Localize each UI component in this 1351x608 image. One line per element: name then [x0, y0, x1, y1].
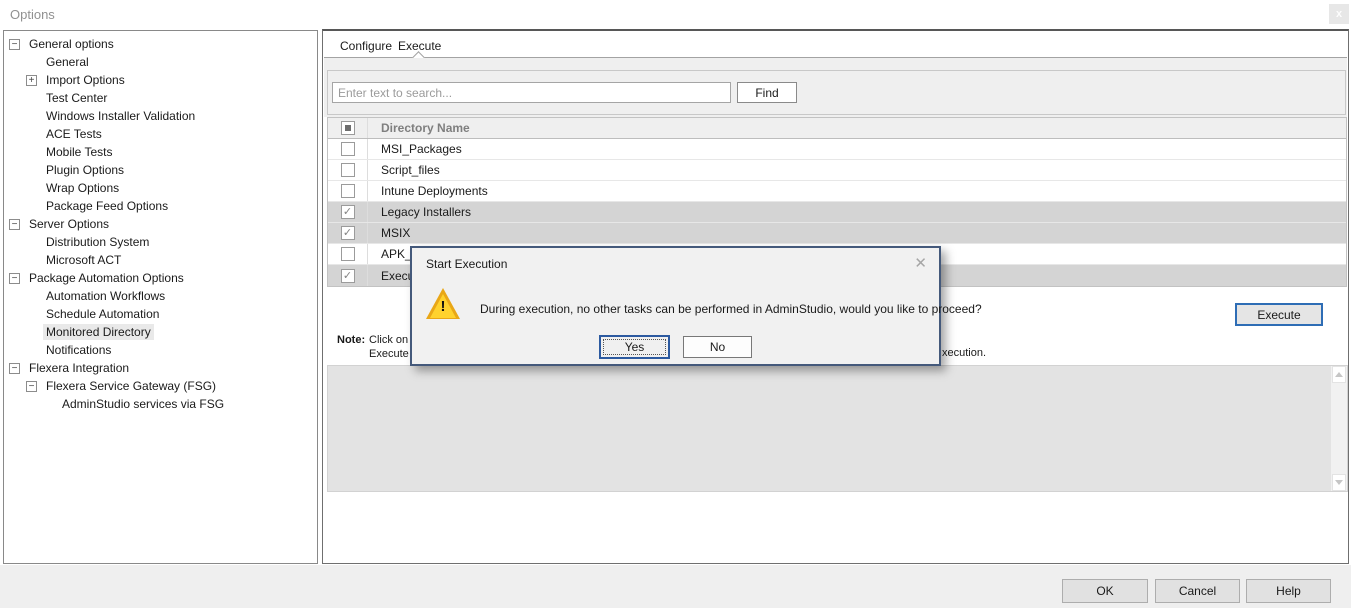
tree-item-label: Mobile Tests: [43, 144, 115, 160]
tree-item[interactable]: Wrap Options: [4, 179, 317, 197]
tab-configure[interactable]: Configure: [340, 39, 392, 53]
tree-item[interactable]: AdminStudio services via FSG: [4, 395, 317, 413]
tree-expander-icon[interactable]: −: [9, 363, 20, 374]
tree-item-label: Test Center: [43, 90, 110, 106]
table-row[interactable]: ✓ Legacy Installers: [328, 202, 1346, 223]
row-checkbox[interactable]: [341, 184, 355, 198]
tree-item[interactable]: Distribution System: [4, 233, 317, 251]
tree-item-label: ACE Tests: [43, 126, 105, 142]
row-checkbox[interactable]: [341, 247, 355, 261]
tree-item-label: Automation Workflows: [43, 288, 168, 304]
tree-item-label: Monitored Directory: [43, 324, 154, 340]
tree-item-label: Wrap Options: [43, 180, 122, 196]
directory-name-cell: MSIX: [368, 226, 410, 240]
directory-name-cell: MSI_Packages: [368, 142, 462, 156]
tree-item-label: AdminStudio services via FSG: [59, 396, 227, 412]
tree-item-label: General options: [26, 36, 117, 52]
listbox-scrollbar[interactable]: [1331, 366, 1347, 491]
tree-expander-icon[interactable]: −: [9, 39, 20, 50]
tree-item[interactable]: Mobile Tests: [4, 143, 317, 161]
tree-item[interactable]: Plugin Options: [4, 161, 317, 179]
column-header-directory-name: Directory Name: [368, 121, 470, 135]
tree-item[interactable]: Test Center: [4, 89, 317, 107]
scroll-down-arrow-icon: [1335, 480, 1343, 485]
dialog-title: Start Execution: [426, 257, 507, 271]
tree-item[interactable]: − Package Automation Options: [4, 269, 317, 287]
note-label: Note:: [337, 334, 365, 346]
tree-item-label: Notifications: [43, 342, 114, 358]
tree-item[interactable]: Schedule Automation: [4, 305, 317, 323]
cancel-button[interactable]: Cancel: [1155, 579, 1240, 603]
tree-expander-icon[interactable]: −: [9, 219, 20, 230]
execute-button[interactable]: Execute: [1235, 303, 1323, 326]
tree-item-label: General: [43, 54, 92, 70]
start-execution-dialog: Start Execution ✕ ! During execution, no…: [410, 246, 941, 366]
table-row[interactable]: ✓ MSIX: [328, 223, 1346, 244]
window-title: Options: [10, 7, 55, 22]
table-row[interactable]: Intune Deployments: [328, 181, 1346, 202]
tree-item-label: Plugin Options: [43, 162, 127, 178]
table-row[interactable]: MSI_Packages: [328, 139, 1346, 160]
tree-item-label: Server Options: [26, 216, 112, 232]
search-input[interactable]: [332, 82, 731, 103]
tree-item-label: Distribution System: [43, 234, 152, 250]
tree-expander-icon[interactable]: −: [26, 381, 37, 392]
directory-name-cell: Intune Deployments: [368, 184, 488, 198]
ok-button[interactable]: OK: [1062, 579, 1148, 603]
tree-item[interactable]: Monitored Directory: [4, 323, 317, 341]
row-checkbox[interactable]: ✓: [341, 226, 355, 240]
tree-item-label: Package Feed Options: [43, 198, 171, 214]
output-listbox: [327, 365, 1348, 492]
tree-expander-icon[interactable]: −: [9, 273, 20, 284]
yes-button[interactable]: Yes: [599, 335, 670, 359]
tree-item-label: Microsoft ACT: [43, 252, 124, 268]
row-checkbox[interactable]: ✓: [341, 269, 355, 283]
tree-item-label: Schedule Automation: [43, 306, 162, 322]
tree-item[interactable]: − Server Options: [4, 215, 317, 233]
note-line2: Execute: [369, 348, 409, 360]
row-checkbox[interactable]: [341, 163, 355, 177]
tree-item[interactable]: − Flexera Service Gateway (FSG): [4, 377, 317, 395]
tree-item-label: Package Automation Options: [26, 270, 187, 286]
tree-item[interactable]: − General options: [4, 35, 317, 53]
footer-bar: OK Cancel Help: [0, 565, 1351, 608]
table-header-row: Directory Name: [328, 118, 1346, 139]
note-line1: Click on: [369, 334, 408, 346]
tree-item[interactable]: − Flexera Integration: [4, 359, 317, 377]
tree-item[interactable]: General: [4, 53, 317, 71]
options-window: Options x − General options General + Im…: [0, 0, 1351, 608]
tree-item-label: Flexera Service Gateway (FSG): [43, 378, 219, 394]
tree-item-label: Import Options: [43, 72, 128, 88]
warning-icon: !: [426, 288, 460, 320]
tree-item[interactable]: ACE Tests: [4, 125, 317, 143]
dialog-close-icon[interactable]: ✕: [914, 254, 927, 272]
row-checkbox[interactable]: [341, 142, 355, 156]
row-checkbox[interactable]: ✓: [341, 205, 355, 219]
table-row[interactable]: Script_files: [328, 160, 1346, 181]
tab-strip: Configure Execute: [324, 31, 1347, 58]
no-button[interactable]: No: [683, 336, 752, 358]
tree-item[interactable]: Microsoft ACT: [4, 251, 317, 269]
dialog-message: During execution, no other tasks can be …: [480, 302, 982, 316]
tree-item[interactable]: Notifications: [4, 341, 317, 359]
directory-name-cell: Script_files: [368, 163, 440, 177]
window-close-icon[interactable]: x: [1329, 4, 1349, 24]
tree-item-label: Windows Installer Validation: [43, 108, 198, 124]
scroll-down-button[interactable]: [1332, 474, 1346, 491]
tree-item-label: Flexera Integration: [26, 360, 132, 376]
scroll-up-button[interactable]: [1332, 366, 1346, 383]
directory-name-cell: Legacy Installers: [368, 205, 471, 219]
tree-item[interactable]: + Import Options: [4, 71, 317, 89]
tree-expander-icon[interactable]: +: [26, 75, 37, 86]
tree-item[interactable]: Automation Workflows: [4, 287, 317, 305]
tree-item[interactable]: Windows Installer Validation: [4, 107, 317, 125]
help-button[interactable]: Help: [1246, 579, 1331, 603]
options-tree-panel: − General options General + Import Optio…: [3, 30, 318, 564]
tab-execute[interactable]: Execute: [398, 39, 441, 53]
find-button[interactable]: Find: [737, 82, 797, 103]
note-line2-end: xecution.: [942, 347, 986, 359]
tree-item[interactable]: Package Feed Options: [4, 197, 317, 215]
select-all-checkbox[interactable]: [341, 121, 355, 135]
scroll-up-arrow-icon: [1335, 372, 1343, 377]
